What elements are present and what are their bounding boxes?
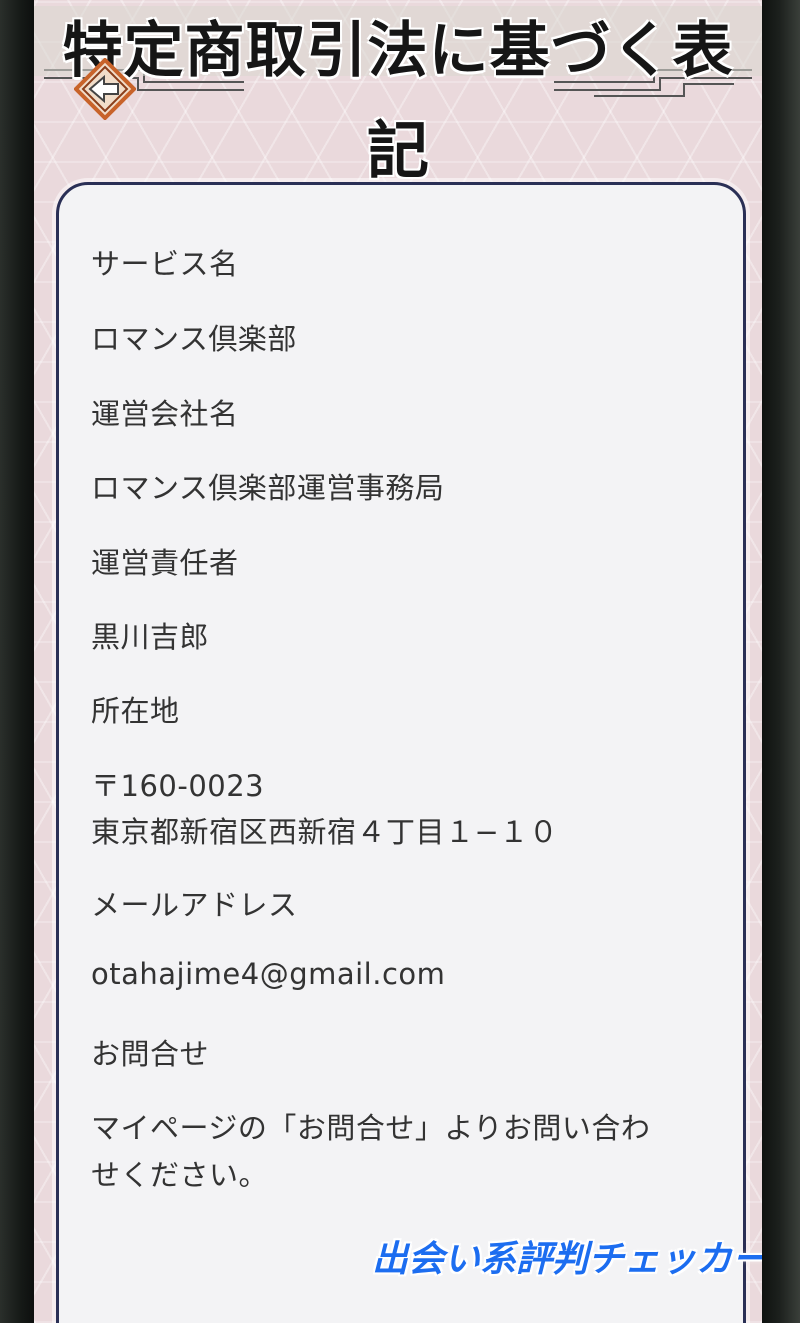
value-email[interactable]: otahajime4@gmail.com <box>91 957 731 991</box>
value-postal-code: 〒160-0023 <box>91 769 265 803</box>
page-title: 特定商取引法に基づく表 <box>62 16 734 86</box>
label-email: メールアドレス <box>91 888 298 922</box>
back-button[interactable] <box>73 57 137 121</box>
phone-bezel-left <box>0 0 34 1323</box>
info-card: サービス名 ロマンス倶楽部 運営会社名 ロマンス倶楽部運営事務局 運営責任者 黒… <box>56 182 746 1323</box>
value-service-name: ロマンス倶楽部 <box>91 322 297 356</box>
screen: 特定商取引法に基づく表 記 サービス名 ロマンス倶楽部 運営会社名 ロマンス倶楽… <box>34 0 762 1323</box>
title-banner: 特定商取引法に基づく表 記 <box>34 0 762 187</box>
value-address: 東京都新宿区西新宿４丁目１−１０ <box>91 815 559 849</box>
back-arrow-icon <box>73 57 137 121</box>
label-contact: お問合せ <box>91 1037 210 1071</box>
label-manager: 運営責任者 <box>91 546 239 580</box>
value-company-name: ロマンス倶楽部運営事務局 <box>91 471 445 505</box>
value-contact-line1: マイページの「お問合せ」よりお問い合わ <box>91 1111 651 1145</box>
label-company-name: 運営会社名 <box>91 397 239 431</box>
label-address: 所在地 <box>91 694 180 728</box>
page-title-continued: 記 <box>366 114 429 187</box>
watermark-logo: 出会い系評判チェッカー <box>372 1239 762 1280</box>
value-contact-line2: せください。 <box>91 1158 269 1192</box>
label-service-name: サービス名 <box>91 247 239 281</box>
value-manager: 黒川吉郎 <box>91 620 210 654</box>
phone-bezel-right <box>762 0 800 1323</box>
